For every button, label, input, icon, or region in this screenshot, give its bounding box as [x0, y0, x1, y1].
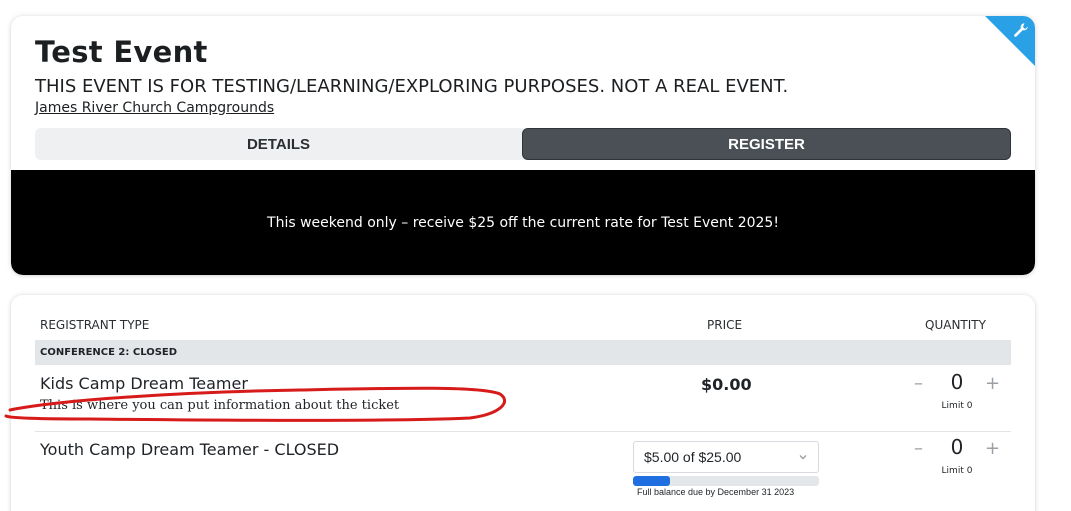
registration-card: REGISTRANT TYPE PRICE QUANTITY CONFERENC…: [11, 295, 1035, 511]
quantity-limit: Limit 0: [941, 466, 973, 476]
ticket-name: Youth Camp Dream Teamer - CLOSED: [40, 440, 340, 459]
tab-details[interactable]: DETAILS: [35, 128, 522, 160]
section-header: CONFERENCE 2: CLOSED: [35, 340, 1011, 365]
increment-button[interactable]: +: [985, 438, 1000, 459]
ticket-description: This is where you can put information ab…: [40, 398, 400, 413]
increment-button[interactable]: +: [985, 373, 1000, 394]
decrement-button[interactable]: –: [914, 438, 923, 459]
event-tabs: DETAILS REGISTER: [35, 128, 1011, 160]
event-header-card: Test Event THIS EVENT IS FOR TESTING/LEA…: [11, 16, 1035, 275]
payment-option-value: $5.00 of $25.00: [644, 449, 742, 465]
column-header-quantity: QUANTITY: [925, 318, 986, 332]
quantity-value: 0: [950, 435, 964, 459]
payment-progress-bar: [633, 476, 819, 486]
event-location-link[interactable]: James River Church Campgrounds: [35, 100, 274, 116]
admin-corner-button[interactable]: [985, 16, 1035, 66]
tab-register[interactable]: REGISTER: [522, 128, 1011, 160]
quantity-value: 0: [950, 370, 964, 394]
payment-option-select[interactable]: $5.00 of $25.00: [633, 441, 819, 473]
promo-banner: This weekend only – receive $25 off the …: [11, 170, 1035, 275]
balance-due-note: Full balance due by December 31 2023: [637, 487, 795, 497]
column-header-registrant-type: REGISTRANT TYPE: [40, 318, 150, 332]
ticket-price: $0.00: [701, 375, 752, 394]
event-subtitle: THIS EVENT IS FOR TESTING/LEARNING/EXPLO…: [35, 76, 789, 97]
quantity-stepper: – 0 + Limit 0: [911, 370, 1001, 413]
decrement-button[interactable]: –: [914, 373, 923, 394]
ticket-name: Kids Camp Dream Teamer: [40, 374, 248, 393]
column-header-price: PRICE: [707, 318, 743, 332]
promo-text: This weekend only – receive $25 off the …: [267, 214, 779, 231]
quantity-limit: Limit 0: [941, 401, 973, 411]
quantity-stepper: – 0 + Limit 0: [911, 435, 1001, 478]
chevron-down-icon: [799, 455, 807, 460]
wrench-icon: [1014, 23, 1028, 37]
row-divider: [35, 431, 1011, 432]
event-title: Test Event: [35, 35, 208, 69]
payment-progress-fill: [633, 476, 671, 486]
